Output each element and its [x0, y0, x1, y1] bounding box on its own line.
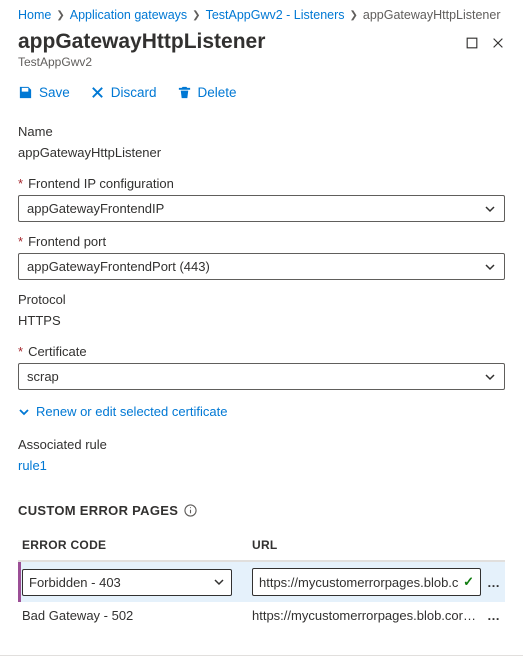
info-icon[interactable]: [184, 504, 197, 517]
certificate-label: Certificate: [28, 344, 87, 359]
close-icon[interactable]: [491, 36, 505, 50]
error-code-select[interactable]: Forbidden - 403: [22, 569, 232, 596]
page-title: appGatewayHttpListener: [18, 30, 465, 54]
required-icon: *: [18, 344, 23, 359]
frontend-ip-value: appGatewayFrontendIP: [27, 201, 164, 216]
discard-label: Discard: [111, 85, 157, 100]
discard-button[interactable]: Discard: [90, 85, 157, 100]
frontend-ip-select[interactable]: appGatewayFrontendIP: [18, 195, 505, 222]
breadcrumb-instance[interactable]: TestAppGwv2 - Listeners: [206, 8, 345, 22]
page-subtitle: TestAppGwv2: [18, 55, 465, 69]
error-pages-table: ERROR CODE URL Forbidden - 403 https://m…: [18, 532, 505, 629]
breadcrumb-gateways[interactable]: Application gateways: [70, 8, 187, 22]
table-row: Forbidden - 403 https://mycustomerrorpag…: [18, 562, 505, 602]
chevron-right-icon: ❯: [350, 10, 358, 21]
certificate-value: scrap: [27, 369, 59, 384]
required-icon: *: [18, 234, 23, 249]
frontend-ip-label: Frontend IP configuration: [28, 176, 174, 191]
delete-label: Delete: [198, 85, 237, 100]
blade-header: appGatewayHttpListener TestAppGwv2: [0, 26, 523, 77]
delete-icon: [177, 85, 192, 100]
chevron-down-icon: [18, 406, 30, 418]
chevron-right-icon: ❯: [56, 10, 64, 21]
certificate-select[interactable]: scrap: [18, 363, 505, 390]
chevron-down-icon: [484, 203, 496, 215]
error-url-value: https://mycustomerrorpages.blob.core.win…: [252, 608, 481, 623]
frontend-port-label: Frontend port: [28, 234, 106, 249]
chevron-down-icon: [484, 261, 496, 273]
protocol-value: HTTPS: [18, 311, 505, 332]
checkmark-icon: ✓: [463, 574, 474, 590]
name-value: appGatewayHttpListener: [18, 143, 505, 164]
restore-icon[interactable]: [465, 36, 479, 50]
error-url-value: https://mycustomerrorpages.blob.core.w: [259, 575, 459, 590]
col-url: URL: [252, 538, 501, 552]
save-icon: [18, 85, 33, 100]
error-code-value: Forbidden - 403: [29, 575, 121, 590]
error-code-value: Bad Gateway - 502: [22, 608, 252, 623]
breadcrumb: Home ❯ Application gateways ❯ TestAppGwv…: [0, 0, 523, 26]
more-options-button[interactable]: …: [487, 608, 501, 623]
discard-icon: [90, 85, 105, 100]
associated-rule-label: Associated rule: [18, 437, 505, 456]
chevron-down-icon: [213, 576, 225, 588]
renew-certificate-link[interactable]: Renew or edit selected certificate: [18, 404, 505, 419]
custom-error-pages-heading-text: CUSTOM ERROR PAGES: [18, 503, 178, 518]
frontend-port-select[interactable]: appGatewayFrontendPort (443): [18, 253, 505, 280]
renew-certificate-label: Renew or edit selected certificate: [36, 404, 227, 419]
associated-rule-link[interactable]: rule1: [18, 456, 505, 477]
error-url-input[interactable]: https://mycustomerrorpages.blob.core.w ✓: [252, 568, 481, 596]
toolbar: Save Discard Delete: [0, 77, 523, 112]
name-label: Name: [18, 124, 505, 143]
required-icon: *: [18, 176, 23, 191]
more-options-button[interactable]: …: [487, 575, 501, 590]
breadcrumb-home[interactable]: Home: [18, 8, 51, 22]
save-label: Save: [39, 85, 70, 100]
chevron-right-icon: ❯: [192, 10, 200, 21]
breadcrumb-current: appGatewayHttpListener: [363, 8, 501, 22]
protocol-label: Protocol: [18, 292, 505, 311]
col-error-code: ERROR CODE: [22, 538, 252, 552]
chevron-down-icon: [484, 371, 496, 383]
table-row: Bad Gateway - 502 https://mycustomerrorp…: [18, 602, 505, 629]
save-button[interactable]: Save: [18, 85, 70, 100]
frontend-port-value: appGatewayFrontendPort (443): [27, 259, 210, 274]
custom-error-pages-heading: CUSTOM ERROR PAGES: [18, 503, 505, 518]
delete-button[interactable]: Delete: [177, 85, 237, 100]
